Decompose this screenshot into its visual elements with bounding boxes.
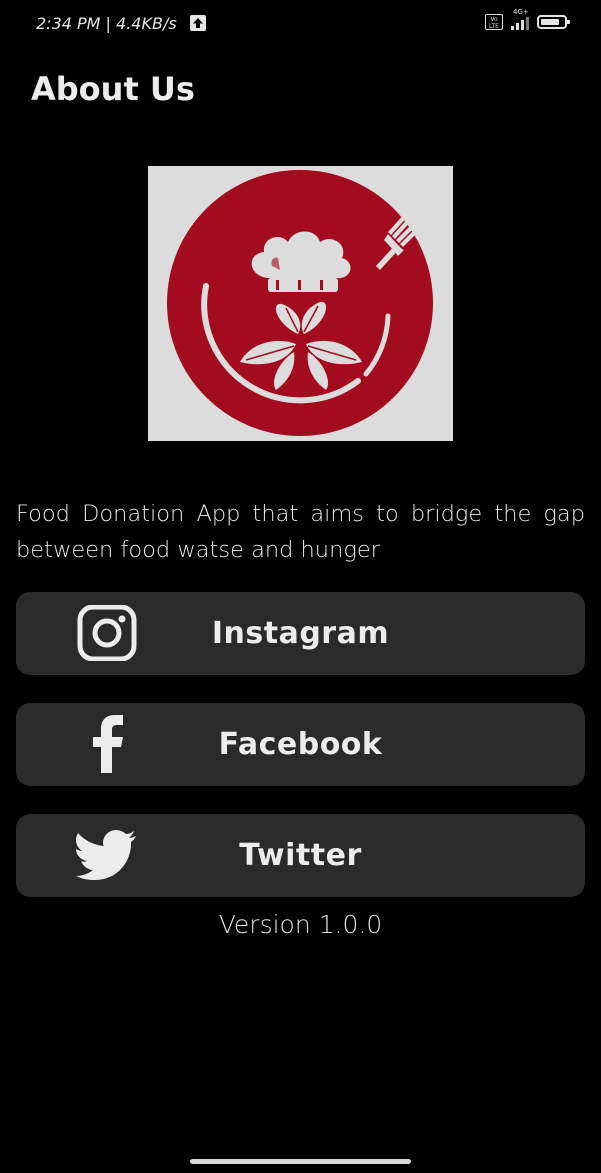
twitter-label: Twitter <box>239 838 362 873</box>
facebook-label: Facebook <box>218 727 383 762</box>
page-title: About Us <box>31 70 195 108</box>
chef-hat-leaves-fork-logo <box>167 170 433 436</box>
status-time: 2:34 PM | 4.4KB/s <box>36 14 177 33</box>
upload-icon <box>190 15 206 31</box>
signal-icon: 4G+ <box>511 8 529 30</box>
twitter-button[interactable]: Twitter <box>16 814 585 897</box>
app-logo <box>148 166 453 441</box>
instagram-button[interactable]: Instagram <box>16 592 585 675</box>
battery-icon <box>537 15 570 29</box>
facebook-button[interactable]: Facebook <box>16 703 585 786</box>
volte-icon: Vo LTE <box>485 14 503 30</box>
app-description: Food Donation App that aims to bridge th… <box>16 501 585 563</box>
home-indicator[interactable] <box>190 1159 411 1164</box>
version-text: Version 1.0.0 <box>218 910 383 939</box>
instagram-label: Instagram <box>211 616 390 651</box>
network-type-label: 4G+ <box>513 8 529 16</box>
status-icons: Vo LTE 4G+ <box>485 8 570 30</box>
status-bar: 2:34 PM | 4.4KB/s Vo LTE 4G+ <box>0 0 601 48</box>
